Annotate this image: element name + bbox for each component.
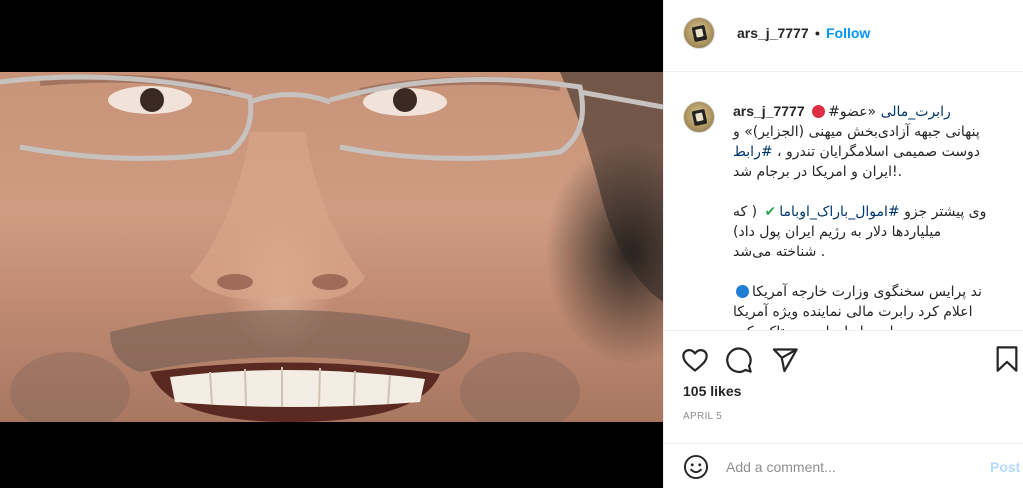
caption-username-link[interactable]: ars_j_7777 <box>733 103 805 119</box>
share-icon[interactable] <box>771 346 799 374</box>
caption-text: . شناخته می‌شد <box>733 244 826 260</box>
comment-input[interactable] <box>726 456 956 478</box>
face-illustration <box>0 72 663 422</box>
caption-text: پنهانی جبهه آزادی‌بخش میهنی (الجزایر)» و <box>733 124 980 140</box>
avatar[interactable] <box>683 17 715 49</box>
post-media[interactable] <box>0 0 663 488</box>
post-photo[interactable] <box>0 72 663 422</box>
separator-dot: • <box>815 25 820 41</box>
red-circle-icon <box>812 105 826 118</box>
caption-text: ند پرایس سخنگوی وزارت خارجه آمریکا <box>752 284 982 300</box>
username-link[interactable]: ars_j_7777 <box>737 25 809 41</box>
hashtag-link[interactable]: رابرت_مالی <box>881 104 951 120</box>
bookmark-icon[interactable] <box>994 345 1020 373</box>
hashtag-link[interactable]: #اموال_باراک_اوباما <box>779 204 899 220</box>
hashtag-link[interactable]: #رابط <box>733 144 773 160</box>
caption-text: «عضو# <box>828 104 881 120</box>
caption-text: دوست صمیمی اسلامگرایان تندرو ، <box>772 144 981 160</box>
comment-icon[interactable] <box>725 346 753 374</box>
post-side-panel: ars_j_7777 • Follow رابرت_مالی «عضو# ars… <box>663 0 1023 488</box>
avatar[interactable] <box>683 101 715 133</box>
caption-text: وی پیشتر جزو <box>899 204 987 220</box>
post-comment-button[interactable]: Post <box>990 459 1020 475</box>
post-date[interactable]: APRIL 5 <box>683 411 722 422</box>
add-comment-bar: Post <box>664 443 1023 488</box>
likes-count[interactable]: 105 likes <box>683 383 741 399</box>
caption-text: اعلام کرد رابرت مالی نماینده ویژه آمریکا <box>733 304 973 320</box>
post-actions: 105 likes APRIL 5 <box>664 330 1023 460</box>
check-mark-icon: ✔ <box>764 204 777 220</box>
comments-section[interactable]: رابرت_مالی «عضو# ars_j_7777 پنهانی جبهه … <box>664 73 1023 330</box>
caption-text: در امور ایران است و تاکید کرد <box>733 322 1005 330</box>
smiley-icon[interactable] <box>683 454 709 480</box>
caption-text: ( که <box>733 204 762 220</box>
post-header: ars_j_7777 • Follow <box>664 0 1023 72</box>
blue-circle-icon <box>736 285 749 298</box>
post-caption: رابرت_مالی «عضو# ars_j_7777 پنهانی جبهه … <box>733 101 1005 330</box>
follow-button[interactable]: Follow <box>826 25 870 41</box>
caption-text: میلیاردها دلار به رژیم ایران پول داد) <box>733 224 942 240</box>
caption-text: .!ایران و امریکا در برجام شد <box>733 164 903 180</box>
heart-icon[interactable] <box>681 346 709 374</box>
